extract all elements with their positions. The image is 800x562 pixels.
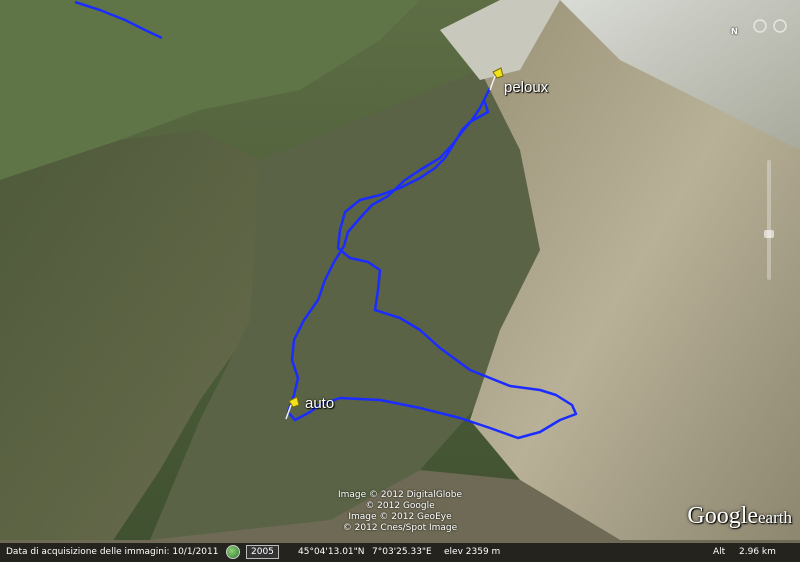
historical-year-button[interactable]: 2005 xyxy=(246,545,279,559)
compass-north-label: N xyxy=(731,27,738,36)
credit-line: © 2012 Cnes/Spot Image xyxy=(342,523,458,533)
altitude-label: Alt xyxy=(713,547,726,557)
placemark-label-auto[interactable]: auto xyxy=(305,395,334,412)
zoom-slider-icon[interactable] xyxy=(764,160,774,280)
imagery-date: Data di acquisizione delle immagini: 10/… xyxy=(6,547,219,557)
credit-line: Image © 2012 GeoEye xyxy=(348,512,452,522)
historical-imagery-icon[interactable] xyxy=(226,545,240,559)
compass-icon[interactable] xyxy=(752,18,792,34)
altitude-readout: 2.96 km xyxy=(739,547,776,557)
status-bar: Data di acquisizione delle immagini: 10/… xyxy=(0,543,800,562)
map-viewport[interactable]: peloux auto N Image © 2012 DigitalGlobe … xyxy=(0,0,800,562)
imagery-credits: Image © 2012 DigitalGlobe © 2012 Google … xyxy=(0,490,800,534)
logo-word-google: Google xyxy=(687,503,759,529)
longitude-readout: 7°03'25.33"E xyxy=(372,547,432,557)
google-earth-logo: Googleearth xyxy=(687,503,792,530)
terrain-3d-view[interactable] xyxy=(0,0,800,562)
credit-line: Image © 2012 DigitalGlobe xyxy=(337,490,463,500)
latitude-readout: 45°04'13.01"N xyxy=(298,547,365,557)
elevation-readout: elev 2359 m xyxy=(444,547,501,557)
logo-word-earth: earth xyxy=(758,508,792,527)
placemark-label-peloux[interactable]: peloux xyxy=(504,79,548,96)
credit-line: © 2012 Google xyxy=(365,501,435,511)
